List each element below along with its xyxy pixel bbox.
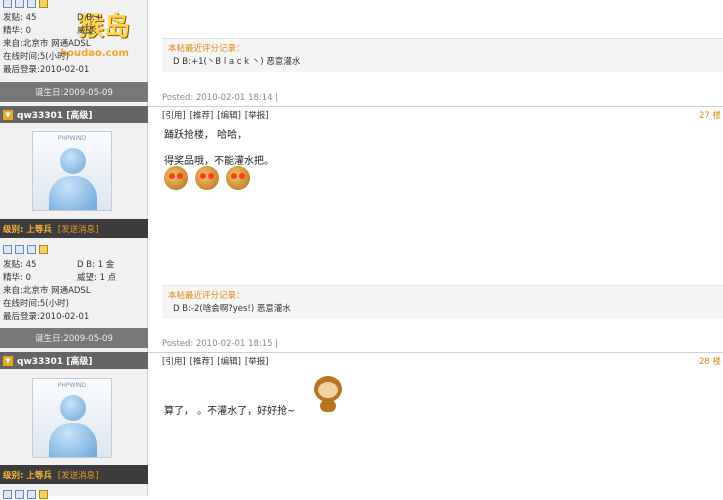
- post-text-line: 踊跃抢楼， 哈哈，: [164, 130, 248, 141]
- user-sidebar: 猴岛 houdao.com 发贴: 45 D B:+ 精华: 0 威望: 来自:北京…: [0, 0, 148, 499]
- avatar-head: [60, 148, 86, 174]
- profile-icon[interactable]: [15, 489, 24, 499]
- edit-button[interactable]: [编辑]: [217, 355, 241, 367]
- rating-title: 本帖最近评分记录：: [168, 44, 245, 54]
- post-content-area: 本帖最近评分记录： D B:+1(丶B l a c k 丶) 恶意灌水 Post…: [148, 0, 723, 496]
- avatar: PHPWIND: [32, 131, 112, 211]
- edit-button[interactable]: [编辑]: [217, 109, 241, 121]
- stat-online: 在线时间:5(小时): [3, 52, 69, 62]
- user-level: 级别: 上等兵: [3, 224, 52, 235]
- user-level-bar: 级别: 上等兵 [发送消息]: [0, 219, 148, 238]
- profile-icon[interactable]: [15, 0, 24, 8]
- rating-body: D B:-2(啥会啊?yes!) 恶意灌水: [173, 304, 291, 314]
- post-timestamp: Posted: 2010-02-01 18:15 |: [162, 339, 279, 349]
- floor-number: 28 楼: [698, 357, 721, 367]
- recommend-button[interactable]: [推荐]: [190, 109, 214, 121]
- stat-last-login: 最后登录:2010-02-01: [3, 312, 90, 322]
- message-icon[interactable]: [39, 0, 48, 8]
- avatar-body: [49, 423, 97, 457]
- friend-icon[interactable]: [27, 0, 36, 8]
- dropdown-arrow-icon[interactable]: ▼: [3, 109, 13, 120]
- user-header: ▼ qw33301 [高级]: [0, 352, 148, 369]
- stat-db: D B:+: [77, 13, 103, 23]
- stat-digest: 精华: 0: [3, 26, 31, 36]
- profile-icons: [3, 488, 48, 500]
- floor-number: 27 楼: [698, 111, 721, 121]
- rating-title: 本帖最近评分记录：: [168, 291, 245, 301]
- monkey-emoticon-icon: [226, 166, 250, 190]
- avatar-body: [49, 176, 97, 210]
- stat-from: 来自:北京市 网通ADSL: [3, 286, 91, 296]
- home-icon[interactable]: [3, 489, 12, 499]
- birthday-bar: 诞生日:2009-05-09: [0, 328, 148, 348]
- friend-icon[interactable]: [27, 489, 36, 499]
- stat-prestige: 威望:: [77, 26, 97, 36]
- message-icon[interactable]: [39, 244, 48, 254]
- avatar-watermark: PHPWIND: [57, 382, 87, 389]
- report-button[interactable]: [举报]: [245, 355, 269, 367]
- avatar-watermark: PHPWIND: [57, 135, 87, 142]
- monkey-emoticon-icon: [195, 166, 219, 190]
- friend-icon[interactable]: [27, 244, 36, 254]
- birthday-bar: 诞生日:2009-05-09: [0, 82, 148, 102]
- stat-posts: 发贴: 45: [3, 260, 37, 270]
- report-button[interactable]: [举报]: [245, 109, 269, 121]
- rating-record: 本帖最近评分记录： D B:-2(啥会啊?yes!) 恶意灌水: [162, 285, 723, 319]
- stat-last-login: 最后登录:2010-02-01: [3, 65, 90, 75]
- user-level: 级别: 上等兵: [3, 470, 52, 481]
- send-message-link[interactable]: [发送消息]: [58, 469, 99, 481]
- home-icon[interactable]: [3, 0, 12, 8]
- profile-icon[interactable]: [15, 244, 24, 254]
- stat-online: 在线时间:5(小时): [3, 299, 69, 309]
- monkey-emoticon-icon: [308, 374, 348, 414]
- stat-posts: 发贴: 45: [3, 13, 37, 23]
- post-action-bar: [引用] [推荐] [编辑] [举报] 27 楼: [148, 106, 723, 123]
- stat-from: 来自:北京市 网通ADSL: [3, 39, 91, 49]
- dropdown-arrow-icon[interactable]: ▼: [3, 355, 13, 366]
- user-stats: 发贴: 45 D B:+ 精华: 0 威望: 来自:北京市 网通ADSL 在线时间:…: [3, 12, 145, 77]
- message-icon[interactable]: [39, 489, 48, 499]
- stat-prestige: 威望: 1 点: [77, 273, 117, 283]
- quote-button[interactable]: [引用]: [162, 109, 186, 121]
- username-link[interactable]: qw33301 [高级]: [17, 108, 92, 121]
- user-level-bar: 级别: 上等兵 [发送消息]: [0, 465, 148, 484]
- quote-button[interactable]: [引用]: [162, 355, 186, 367]
- monkey-emoticon-icon: [164, 166, 188, 190]
- home-icon[interactable]: [3, 244, 12, 254]
- rating-record: 本帖最近评分记录： D B:+1(丶B l a c k 丶) 恶意灌水: [162, 38, 723, 72]
- avatar-head: [60, 395, 86, 421]
- stat-digest: 精华: 0: [3, 273, 31, 283]
- stat-db: D B: 1 金: [77, 260, 115, 270]
- post-text-line: 算了， 。不灌水了，好好抢~: [164, 406, 296, 417]
- post-action-bar: [引用] [推荐] [编辑] [举报] 28 楼: [148, 352, 723, 369]
- user-header: ▼ qw33301 [高级]: [0, 106, 148, 123]
- username-link[interactable]: qw33301 [高级]: [17, 354, 92, 367]
- send-message-link[interactable]: [发送消息]: [58, 223, 99, 235]
- post-timestamp: Posted: 2010-02-01 18:14 |: [162, 93, 279, 103]
- user-stats: 发贴: 45 D B: 1 金 精华: 0 威望: 1 点 来自:北京市 网通ADS…: [3, 259, 145, 324]
- recommend-button[interactable]: [推荐]: [190, 355, 214, 367]
- profile-icons: [3, 243, 48, 255]
- avatar: PHPWIND: [32, 378, 112, 458]
- profile-icons: [3, 0, 48, 9]
- post-text-line: 得奖品哦，不能灌水把。: [164, 156, 274, 167]
- rating-body: D B:+1(丶B l a c k 丶) 恶意灌水: [173, 57, 301, 67]
